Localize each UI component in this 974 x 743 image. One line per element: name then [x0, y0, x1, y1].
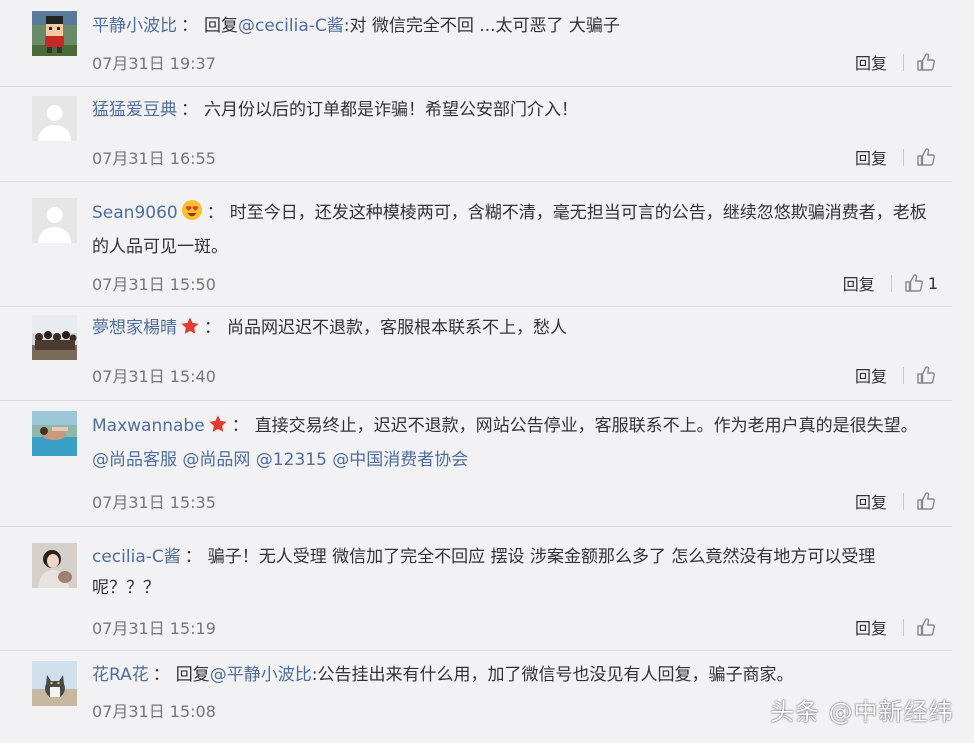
- comment-text: 六月份以后的订单都是诈骗！希望公安部门介入！: [204, 100, 578, 120]
- like-button[interactable]: 1: [904, 273, 938, 293]
- reply-button[interactable]: 回复: [843, 271, 875, 295]
- comment-time: 07月31日 16:55: [92, 149, 216, 168]
- comment-item: 猛猛爱豆典： 六月份以后的订单都是诈骗！希望公安部门介入！ 07月31日 16:5…: [0, 87, 952, 182]
- comment-body: 花RA花：回复@平静小波比:公告挂出来有什么用，加了微信号也没见有人回复，骗子商…: [92, 660, 942, 691]
- reply-button[interactable]: 回复: [855, 145, 887, 169]
- mentions-line[interactable]: @尚品客服 @尚品网 @12315 @中国消费者协会: [92, 450, 468, 470]
- comment-actions: 回复: [855, 145, 940, 169]
- comment-body: 夢想家楊晴 ： 尚品网迟迟不退款，客服根本联系不上，愁人: [92, 313, 942, 347]
- reply-prefix: 回复: [204, 16, 238, 36]
- portrait-photo-icon: [32, 543, 77, 588]
- divider: [890, 274, 892, 292]
- comment-text: 骗子！无人受理 微信加了完全不回应 摆设 涉案金额那么多了 怎么竟然没有地方可以…: [92, 547, 876, 598]
- comment-text: :公告挂出来有什么用，加了微信号也没见有人回复，骗子商家。: [311, 665, 794, 685]
- avatar[interactable]: [32, 543, 77, 588]
- avatar[interactable]: [32, 661, 77, 706]
- like-button[interactable]: [916, 365, 940, 385]
- username-link[interactable]: 平静小波比: [92, 16, 177, 36]
- comment-item: Sean9060：时至今日，还发这种模棱两可，含糊不清，毫无担当可言的公告，继续…: [0, 182, 952, 307]
- thumbs-up-icon: [917, 148, 935, 166]
- colon: ：: [181, 100, 198, 120]
- username-link[interactable]: cecilia-C酱: [92, 547, 181, 567]
- comment-list: 平静小波比：回复@cecilia-C酱:对 微信完全不回 ...太可恶了 大骗子…: [0, 0, 974, 737]
- comment-item: 夢想家楊晴：尚品网迟迟不退款，客服根本联系不上，愁人 07月31日 15:40 …: [0, 307, 952, 401]
- watermark: 头条 @中新经纬: [770, 698, 954, 726]
- comment-body: cecilia-C酱：骗子！无人受理 微信加了完全不回应 摆设 涉案金额那么多了…: [92, 542, 942, 604]
- comment-time: 07月31日 19:37: [92, 54, 216, 73]
- colon: ：: [152, 665, 170, 685]
- comment-text: 尚品网迟迟不退款，客服根本联系不上，愁人: [227, 318, 567, 338]
- avatar[interactable]: [32, 411, 77, 456]
- comment-item: cecilia-C酱：骗子！无人受理 微信加了完全不回应 摆设 涉案金额那么多了…: [0, 527, 952, 651]
- reply-button[interactable]: 回复: [855, 489, 887, 513]
- like-button[interactable]: [916, 52, 940, 72]
- comment-time: 07月31日 15:50: [92, 275, 216, 294]
- comment-body: 猛猛爱豆典： 六月份以后的订单都是诈骗！希望公安部门介入！: [92, 95, 942, 126]
- thumbs-up-icon: [917, 366, 935, 384]
- divider: [903, 618, 904, 636]
- comment-time: 07月31日 15:35: [92, 493, 216, 512]
- reply-button[interactable]: 回复: [855, 50, 887, 74]
- username-link[interactable]: Maxwannabe: [92, 416, 205, 436]
- thumbs-up-icon: [905, 274, 923, 292]
- username-link[interactable]: Sean9060: [92, 203, 178, 223]
- pixel-art-avatar-icon: [32, 11, 77, 56]
- comment-body: 平静小波比： 回复@cecilia-C酱:对 微信完全不回 ...太可恶了 大骗子: [92, 11, 942, 42]
- comment-time: 07月31日 15:40: [92, 367, 216, 386]
- avatar[interactable]: [32, 198, 77, 243]
- like-button[interactable]: [916, 617, 940, 637]
- avatar[interactable]: [32, 96, 77, 141]
- pool-photo-icon: [32, 411, 77, 456]
- cat-photo-icon: [32, 661, 77, 706]
- comment-actions: 回复: [855, 363, 940, 387]
- default-avatar-icon: [32, 96, 77, 141]
- avatar[interactable]: [32, 315, 77, 360]
- comment-actions: 回复: [855, 50, 940, 74]
- avatar[interactable]: [32, 11, 77, 56]
- thumbs-up-icon: [917, 492, 935, 510]
- comment-actions: 回复 1: [843, 271, 938, 295]
- like-count: 1: [927, 273, 938, 293]
- comment-time: 07月31日 15:19: [92, 619, 216, 638]
- username-link[interactable]: 猛猛爱豆典: [92, 100, 177, 120]
- reply-button[interactable]: 回复: [855, 615, 887, 639]
- username-link[interactable]: 夢想家楊晴: [92, 318, 177, 338]
- divider: [903, 366, 904, 384]
- colon: ：: [184, 547, 202, 567]
- default-avatar-icon: [32, 198, 77, 243]
- like-button[interactable]: [916, 147, 940, 167]
- divider: [903, 492, 904, 510]
- comment-text: 直接交易终止，迟迟不退款，网站公告停业，客服联系不上。作为老用户真的是很失望。: [254, 416, 918, 436]
- comment-time: 07月31日 15:08: [92, 702, 216, 721]
- red-star-icon: [180, 316, 200, 347]
- comment-body: Sean9060：时至今日，还发这种模棱两可，含糊不清，毫无担当可言的公告，继续…: [92, 198, 942, 263]
- mention-link[interactable]: @cecilia-C酱: [238, 16, 344, 36]
- mention-link[interactable]: @平静小波比: [210, 665, 312, 685]
- colon: ：: [181, 16, 198, 36]
- comment-body: Maxwannabe ：直接交易终止，迟迟不退款，网站公告停业，客服联系不上。作为…: [92, 411, 942, 476]
- reply-button[interactable]: 回复: [855, 363, 887, 387]
- like-button[interactable]: [916, 491, 940, 511]
- thumbs-up-icon: [917, 53, 935, 71]
- comment-actions: 回复: [855, 615, 940, 639]
- colon: ：: [206, 203, 224, 223]
- comment-actions: 回复: [855, 489, 940, 513]
- colon: ：: [231, 416, 249, 436]
- comment-item: 平静小波比：回复@cecilia-C酱:对 微信完全不回 ...太可恶了 大骗子…: [0, 0, 952, 87]
- comment-text: :对 微信完全不回 ...太可恶了 大骗子: [343, 16, 620, 36]
- thumbs-up-icon: [917, 618, 935, 636]
- comment-item: Maxwannabe ：直接交易终止，迟迟不退款，网站公告停业，客服联系不上。作为…: [0, 401, 952, 527]
- divider: [903, 53, 904, 71]
- red-star-icon: [208, 414, 228, 445]
- divider: [903, 148, 904, 166]
- heart-eyes-emoji-icon: [181, 199, 203, 232]
- colon: ：: [204, 318, 221, 338]
- reply-prefix: 回复: [175, 665, 210, 685]
- group-photo-icon: [32, 315, 77, 360]
- username-link[interactable]: 花RA花: [92, 665, 149, 685]
